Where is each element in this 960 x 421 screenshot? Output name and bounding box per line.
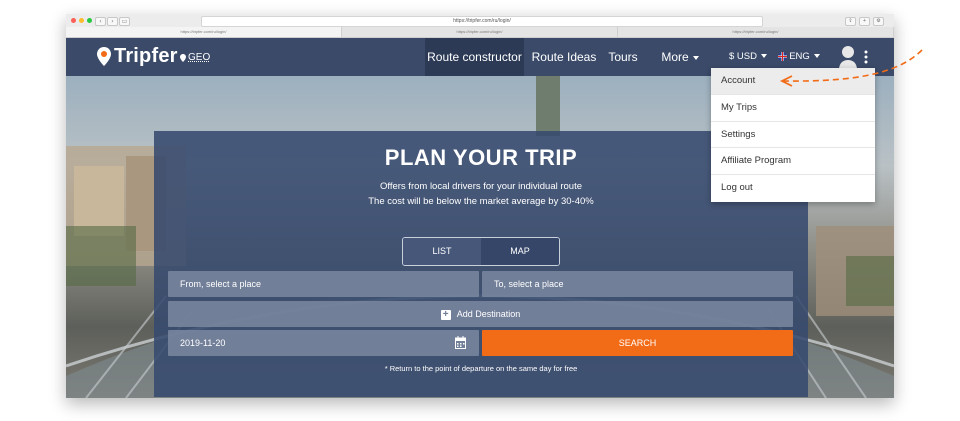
annotation-arrow-icon: [779, 49, 923, 87]
